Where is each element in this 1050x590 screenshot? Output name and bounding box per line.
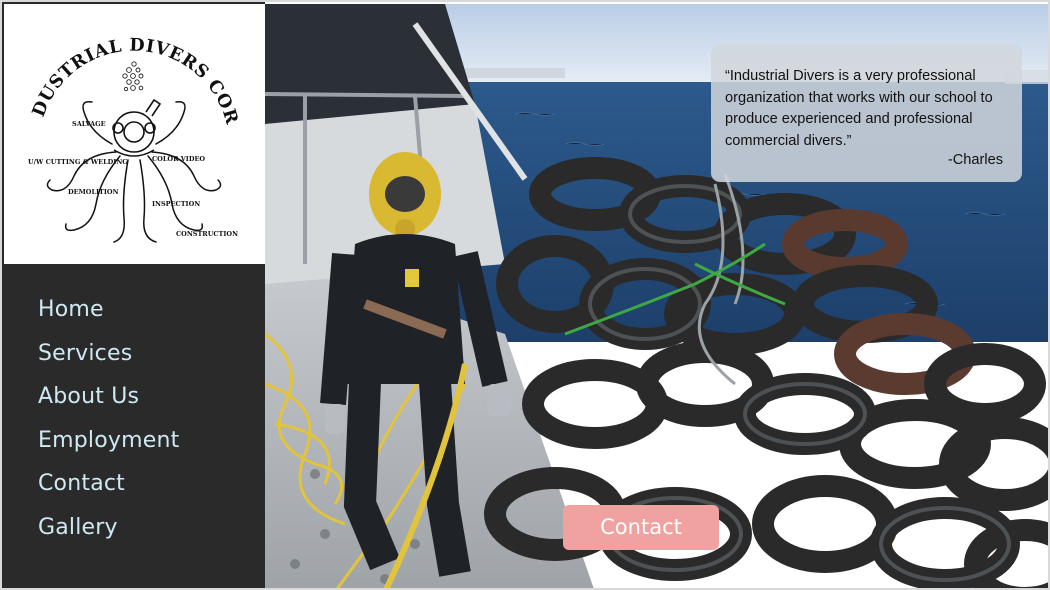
octopus-diver-logo-icon: INDUSTRIAL DIVERS CORP. bbox=[4, 4, 241, 243]
page-frame: INDUSTRIAL DIVERS CORP. bbox=[0, 0, 1050, 590]
logo-service-inspection: INSPECTION bbox=[152, 200, 200, 208]
nav-item-home: Home bbox=[38, 292, 179, 336]
logo-service-demolition: DEMOLITION bbox=[68, 188, 119, 196]
logo-service-color-video: COLOR VIDEO bbox=[152, 155, 205, 163]
logo-service-construction: CONSTRUCTION bbox=[176, 230, 238, 238]
nav-link-about-us[interactable]: About Us bbox=[38, 379, 139, 415]
nav-item-employment: Employment bbox=[38, 423, 179, 467]
svg-text:INDUSTRIAL DIVERS CORP.: INDUSTRIAL DIVERS CORP. bbox=[4, 4, 241, 127]
testimonial-card: “Industrial Divers is a very professiona… bbox=[711, 44, 1022, 182]
logo-company-name: INDUSTRIAL DIVERS CORP. bbox=[4, 4, 241, 127]
nav-link-contact[interactable]: Contact bbox=[38, 466, 125, 502]
logo-service-salvage: SALVAGE bbox=[72, 120, 106, 128]
nav-link-services[interactable]: Services bbox=[38, 336, 132, 372]
nav-link-home[interactable]: Home bbox=[38, 292, 104, 328]
nav-item-about-us: About Us bbox=[38, 379, 179, 423]
testimonial-author: -Charles bbox=[947, 151, 1003, 168]
nav-item-contact: Contact bbox=[38, 466, 179, 510]
nav-item-services: Services bbox=[38, 336, 179, 380]
logo-service-cutting-welding: U/W CUTTING & WELDING bbox=[28, 158, 128, 166]
main-nav: Home Services About Us Employment Contac… bbox=[38, 292, 179, 554]
nav-item-gallery: Gallery bbox=[38, 510, 179, 554]
contact-button[interactable]: Contact bbox=[563, 505, 719, 550]
testimonial-text: “Industrial Divers is a very professiona… bbox=[725, 68, 993, 149]
sidebar: INDUSTRIAL DIVERS CORP. bbox=[2, 2, 265, 588]
nav-link-gallery[interactable]: Gallery bbox=[38, 510, 118, 546]
nav-link-employment[interactable]: Employment bbox=[38, 423, 179, 459]
company-logo[interactable]: INDUSTRIAL DIVERS CORP. bbox=[4, 4, 265, 264]
